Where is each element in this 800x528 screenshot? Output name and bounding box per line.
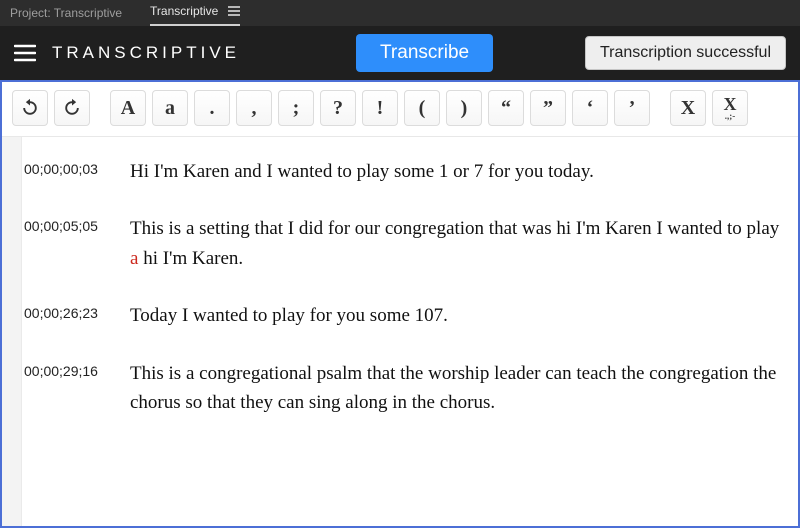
- editor-toolbar: A a . , ; ? ! ( ) “ ” ‘ ’ X X .,;-: [2, 82, 798, 137]
- tab-menu-icon[interactable]: [228, 6, 240, 16]
- single-quote-open-button[interactable]: ‘: [572, 90, 608, 126]
- uppercase-button[interactable]: A: [110, 90, 146, 126]
- transcript-row[interactable]: 00;00;29;16This is a congregational psal…: [22, 345, 798, 432]
- paren-close-button[interactable]: ): [446, 90, 482, 126]
- delete-punct-sub: .,;-: [725, 112, 736, 121]
- timecode[interactable]: 00;00;05;05: [22, 214, 130, 234]
- paren-open-button[interactable]: (: [404, 90, 440, 126]
- menu-icon[interactable]: [14, 44, 36, 62]
- delete-word-button[interactable]: X: [670, 90, 706, 126]
- question-button[interactable]: ?: [320, 90, 356, 126]
- delete-punct-button[interactable]: X .,;-: [712, 90, 748, 126]
- delete-punct-top: X: [724, 95, 737, 113]
- exclaim-button[interactable]: !: [362, 90, 398, 126]
- tab-label: Transcriptive: [150, 4, 218, 18]
- app-title: TRANSCRIPTIVE: [52, 43, 240, 63]
- transcript-text[interactable]: Hi I'm Karen and I wanted to play some 1…: [130, 157, 780, 186]
- redo-button[interactable]: [54, 90, 90, 126]
- active-tab[interactable]: Transcriptive: [150, 0, 240, 26]
- editor-panel: A a . , ; ? ! ( ) “ ” ‘ ’ X X .,;- 00;00…: [0, 80, 800, 528]
- double-quote-open-button[interactable]: “: [488, 90, 524, 126]
- transcript-area: 00;00;00;03Hi I'm Karen and I wanted to …: [2, 137, 798, 526]
- app-header: TRANSCRIPTIVE Transcribe Transcription s…: [0, 26, 800, 80]
- single-quote-close-button[interactable]: ’: [614, 90, 650, 126]
- transcript-rows[interactable]: 00;00;00;03Hi I'm Karen and I wanted to …: [22, 137, 798, 526]
- transcript-text[interactable]: Today I wanted to play for you some 107.: [130, 301, 780, 330]
- transcript-row[interactable]: 00;00;05;05This is a setting that I did …: [22, 200, 798, 287]
- comma-button[interactable]: ,: [236, 90, 272, 126]
- project-label: Project: Transcriptive: [10, 6, 122, 20]
- lowercase-button[interactable]: a: [152, 90, 188, 126]
- period-button[interactable]: .: [194, 90, 230, 126]
- transcript-text[interactable]: This is a congregational psalm that the …: [130, 359, 780, 418]
- timecode[interactable]: 00;00;26;23: [22, 301, 130, 321]
- timecode[interactable]: 00;00;00;03: [22, 157, 130, 177]
- transcript-row[interactable]: 00;00;00;03Hi I'm Karen and I wanted to …: [22, 143, 798, 200]
- semicolon-button[interactable]: ;: [278, 90, 314, 126]
- transcript-row[interactable]: 00;00;26;23Today I wanted to play for yo…: [22, 287, 798, 344]
- transcribe-button[interactable]: Transcribe: [356, 34, 493, 72]
- transcript-text[interactable]: This is a setting that I did for our con…: [130, 214, 780, 273]
- undo-button[interactable]: [12, 90, 48, 126]
- status-badge: Transcription successful: [585, 36, 786, 70]
- gutter: [2, 137, 22, 526]
- timecode[interactable]: 00;00;29;16: [22, 359, 130, 379]
- tab-bar: Project: Transcriptive Transcriptive: [0, 0, 800, 26]
- double-quote-close-button[interactable]: ”: [530, 90, 566, 126]
